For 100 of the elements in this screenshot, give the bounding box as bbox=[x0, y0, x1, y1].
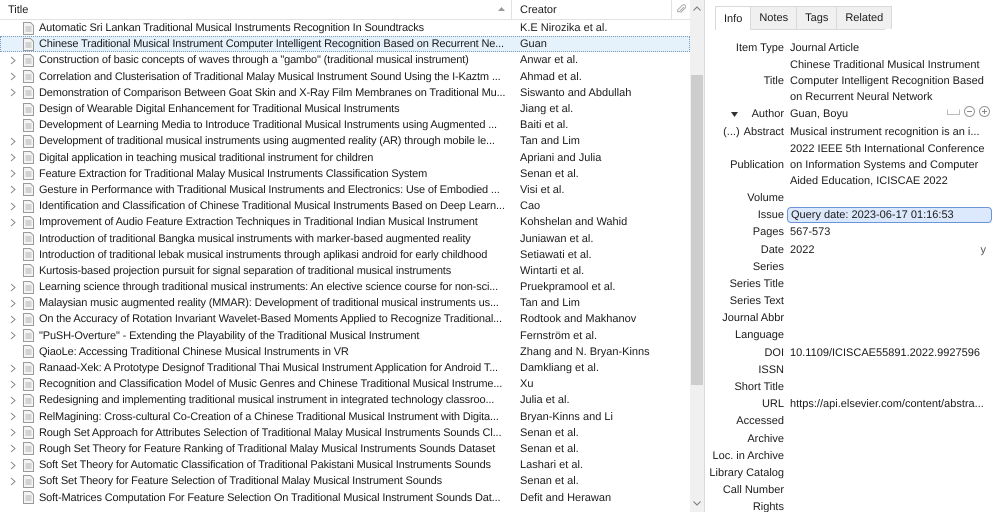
chevron-icon[interactable] bbox=[9, 396, 17, 405]
chevron-icon[interactable] bbox=[9, 218, 17, 227]
column-header[interactable]: Creator bbox=[512, 0, 672, 19]
item-row[interactable]: Learning science through traditional musical instruments: An elective science course for non-sci... Pruekpramool et al. bbox=[0, 279, 690, 296]
field-label: Archive bbox=[747, 432, 784, 447]
item-row[interactable]: Digital application in teaching musical traditional instrument for children Apriani and Julia bbox=[0, 150, 690, 166]
item-row[interactable]: Automatic Sri Lankan Traditional Musical Instruments Recognition In Soundtracks K.E Nirozika et al. bbox=[0, 20, 690, 36]
item-row[interactable]: Kurtosis-based projection pursuit for signal separation of traditional musical instruments Wintarti et al. bbox=[0, 262, 690, 279]
item-row[interactable]: Design of Wearable Digital Enhancement for Traditional Musical Instruments Jiang et al. bbox=[0, 100, 690, 118]
plus-icon[interactable] bbox=[979, 106, 990, 118]
tab[interactable]: Related bbox=[836, 6, 892, 29]
item-title: Introduction of traditional Bangka musical instruments with marker-based augmented reality bbox=[39, 232, 471, 245]
abstract-toggle[interactable]: (...) bbox=[723, 124, 740, 140]
item-row[interactable]: Recognition and Classification Model of Music Genres and Chinese Traditional Musical Instrume... Xu bbox=[0, 376, 690, 392]
field-value[interactable]: Musical instrument recognition is an i... bbox=[790, 124, 992, 140]
field-value[interactable]: https://api.elsevier.com/content/abstra... bbox=[790, 396, 992, 412]
item-row[interactable]: Construction of basic concepts of waves through a "gambo" (traditional musical instrument) Anwar et al. bbox=[0, 52, 690, 69]
field-label: Author bbox=[752, 107, 784, 122]
document-icon bbox=[23, 134, 34, 148]
field-label: Title bbox=[764, 74, 784, 90]
item-row[interactable]: "PuSH-Overture" - Extending the Playability of the Traditional Musical Instrument Fernström et al. bbox=[0, 328, 690, 344]
item-title: Soft Set Theory for Feature Selection of Traditional Malay Musical Instrument Sounds bbox=[39, 475, 442, 488]
chevron-icon[interactable] bbox=[9, 476, 17, 486]
chevron-icon[interactable] bbox=[9, 88, 17, 98]
document-icon bbox=[23, 410, 34, 424]
expand-triangle-icon[interactable] bbox=[730, 112, 738, 117]
chevron-icon[interactable] bbox=[9, 412, 17, 422]
field-value[interactable]: Guan, Boyu bbox=[790, 106, 947, 122]
field-value[interactable]: 10.1109/ICISCAE55891.2022.9927596 bbox=[790, 344, 992, 361]
field-value[interactable]: 2022 IEEE 5th International Conference on Information Systems and Computer Aided Education, ICISCAE 2022 bbox=[790, 140, 992, 189]
chevron-icon[interactable] bbox=[9, 169, 17, 178]
item-row[interactable]: Improvement of Audio Feature Extraction Techniques in Traditional Indian Musical Instrument Kohshelan and Wahid bbox=[0, 214, 690, 230]
item-row[interactable]: Feature Extraction for Traditional Malay Musical Instruments Classification System Senan et al. bbox=[0, 166, 690, 182]
issue-input-field[interactable]: Query date: 2023-06-17 01:16:53 bbox=[787, 207, 992, 224]
swap-name-icon[interactable] bbox=[947, 108, 960, 115]
item-row[interactable]: Redesigning and implementing traditional musical instrument in integrated technology classroo... Julia et al. bbox=[0, 392, 690, 408]
minus-icon[interactable] bbox=[964, 106, 975, 118]
item-title: Chinese Traditional Musical Instrument Computer Intelligent Recognition Based on Recurrent Ne... bbox=[39, 38, 504, 50]
field-value[interactable]: Journal Article bbox=[790, 40, 992, 56]
item-row[interactable]: Introduction of traditional Bangka musical instruments with marker-based augmented reality Juniawan et al. bbox=[0, 230, 690, 247]
document-icon bbox=[23, 426, 34, 440]
field-value[interactable]: 567-573 bbox=[790, 224, 992, 240]
item-creator: Tan and Lim bbox=[519, 297, 581, 310]
chevron-icon[interactable] bbox=[9, 202, 17, 211]
chevron-icon[interactable] bbox=[9, 56, 17, 65]
item-row[interactable]: Rough Set Approach for Attributes Selection of Traditional Malay Musical Instruments Sounds Cl... Senan et al. bbox=[0, 424, 690, 441]
tab[interactable]: Tags bbox=[796, 6, 838, 29]
item-creator: Zhang and N. Bryan-Kinns bbox=[519, 346, 651, 358]
chevron-icon[interactable] bbox=[9, 282, 17, 292]
item-row[interactable]: Soft Set Theory for Automatic Classification of Traditional Pakistani Musical Instruments Sounds Lashari et al. bbox=[0, 457, 690, 474]
field-value[interactable]: 2022 bbox=[790, 242, 980, 258]
chevron-icon[interactable] bbox=[9, 298, 17, 308]
chevron-icon[interactable] bbox=[9, 364, 17, 373]
item-row[interactable]: Correlation and Clusterisation of Traditional Malay Musical Instrument Sound Using the I-Kaztm ... Ahmad et al. bbox=[0, 68, 690, 85]
document-icon bbox=[23, 362, 34, 375]
item-title: QiaoLe: Accessing Traditional Chinese Musical Instruments in VR bbox=[39, 346, 349, 358]
item-row[interactable]: Introduction of traditional lebak musical instruments through aplikasi android for early childhood Setiawati et al. bbox=[0, 246, 690, 263]
chevron-icon[interactable] bbox=[9, 428, 17, 438]
item-row[interactable]: QiaoLe: Accessing Traditional Chinese Musical Instruments in VR Zhang and N. Bryan-Kinns bbox=[0, 344, 690, 360]
chevron-icon[interactable] bbox=[9, 380, 17, 389]
item-row[interactable]: Demonstration of Comparison Between Goat Skin and X-Ray Film Membranes on Traditional Mu... Siswanto and Abdullah bbox=[0, 84, 690, 101]
chevron-icon[interactable] bbox=[9, 72, 17, 82]
chevron-icon[interactable] bbox=[9, 185, 17, 194]
tab[interactable]: Notes bbox=[750, 6, 798, 29]
scrollbar[interactable] bbox=[690, 0, 704, 512]
item-row[interactable]: Soft Set Theory for Feature Selection of Traditional Malay Musical Instrument Sounds Senan et al. bbox=[0, 473, 690, 490]
item-row[interactable]: Development of Learning Media to Introduce Traditional Musical Instruments using Augmented ... Baiti et al. bbox=[0, 117, 690, 134]
item-creator: Kohshelan and Wahid bbox=[519, 216, 628, 228]
document-icon bbox=[23, 442, 34, 456]
document-icon bbox=[23, 296, 34, 310]
tab[interactable]: Info bbox=[715, 6, 752, 30]
chevron-icon[interactable] bbox=[9, 331, 17, 340]
scroll-down-icon[interactable] bbox=[693, 501, 701, 506]
item-row[interactable]: On the Accuracy of Rotation Invariant Wavelet-Based Moments Applied to Recognize Traditional... Rodtook and Makhanov bbox=[0, 311, 690, 328]
item-row[interactable]: Malaysian music augmented reality (MMAR): Development of traditional musical instruments us... Tan and Lim bbox=[0, 295, 690, 312]
item-row[interactable]: Ranaad-Xek: A Prototype Designof Traditional Thai Musical Instrument Application for Android T... Damkliang et al. bbox=[0, 360, 690, 376]
chevron-icon[interactable] bbox=[9, 314, 17, 324]
scrollbar-thumb[interactable] bbox=[691, 75, 703, 385]
item-row[interactable]: Identification and Classification of Chinese Traditional Musical Instruments Based on Deep Learn... Cao bbox=[0, 198, 690, 214]
field-label: Volume bbox=[747, 190, 784, 206]
chevron-icon[interactable] bbox=[9, 444, 17, 454]
item-title: RelMagining: Cross-cultural Co-Creation of a Chinese Traditional Musical Instrument with Digita... bbox=[39, 410, 499, 423]
document-icon bbox=[23, 200, 34, 213]
chevron-icon[interactable] bbox=[9, 136, 17, 146]
chevron-icon[interactable] bbox=[9, 460, 17, 470]
column-header[interactable]: Title bbox=[0, 0, 512, 19]
item-row[interactable]: RelMagining: Cross-cultural Co-Creation of a Chinese Traditional Musical Instrument with Digita... Bryan-Kinns and Li bbox=[0, 408, 690, 425]
item-title: Construction of basic concepts of waves through a "gambo" (traditional musical instrument) bbox=[39, 54, 469, 66]
item-row[interactable]: Soft-Matrices Computation For Feature Selection On Traditional Musical Instrument Sounds Dat... Defit and Herawan bbox=[0, 489, 690, 506]
item-row[interactable]: Rough Set Theory for Feature Ranking of Traditional Malay Musical Instruments Sounds Dataset Senan et al. bbox=[0, 440, 690, 458]
item-title: Development of Learning Media to Introduce Traditional Musical Instruments using Augmented ... bbox=[39, 119, 497, 132]
scroll-up-icon[interactable] bbox=[693, 6, 701, 11]
item-row[interactable]: Gesture in Performance with Traditional Musical Instruments and Electronics: Use of Embodied ... Visi et al. bbox=[0, 182, 690, 198]
field-value[interactable]: Chinese Traditional Musical Instrument Computer Intelligent Recognition Based on Recurrent Neural Network bbox=[790, 57, 992, 106]
item-title: Recognition and Classification Model of Music Genres and Chinese Traditional Musical Instrume... bbox=[39, 378, 502, 390]
item-row[interactable]: Chinese Traditional Musical Instrument Computer Intelligent Recognition Based on Recurrent Ne... Guan bbox=[0, 36, 690, 52]
item-row[interactable]: Development of traditional musical instruments using augmented reality (AR) through mobile le... Tan and Lim bbox=[0, 133, 690, 150]
document-icon bbox=[23, 345, 34, 358]
chevron-icon[interactable] bbox=[9, 153, 17, 162]
item-creator: Juniawan et al. bbox=[519, 232, 594, 245]
